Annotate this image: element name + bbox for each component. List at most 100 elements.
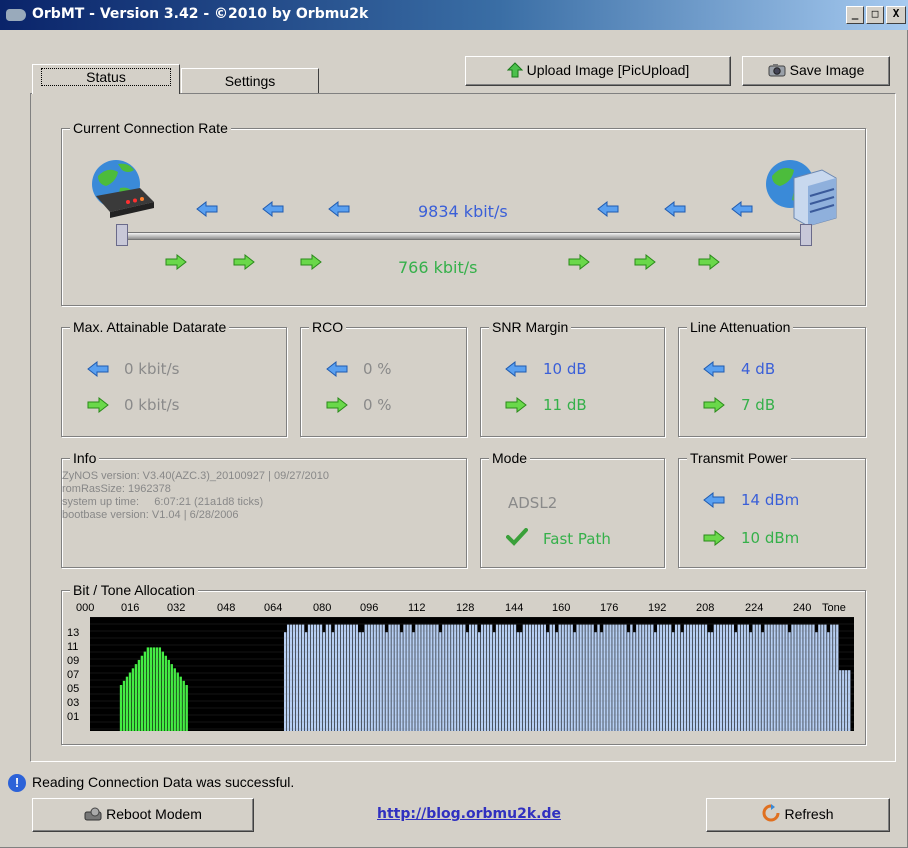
tone-bar	[283, 632, 287, 731]
save-image-label: Save Image	[789, 62, 865, 78]
tone-bar	[466, 632, 469, 731]
x-tick-label: 016	[121, 602, 140, 614]
bit-tone-y-axis: 13 11 09 07 05 03 01	[0, 0, 90, 848]
snr-margin-up: 11 dB	[543, 396, 587, 414]
connection-rate-legend: Current Connection Rate	[70, 120, 231, 136]
tone-bar	[633, 632, 636, 731]
save-image-button[interactable]: Save Image	[742, 56, 890, 86]
tone-bar	[555, 632, 558, 731]
upload-image-button[interactable]: Upload Image [PicUpload]	[465, 56, 731, 86]
tone-bar	[140, 655, 144, 731]
tone-bar	[492, 632, 496, 731]
up-arrow-icon	[634, 254, 656, 270]
close-button[interactable]: X	[886, 6, 906, 24]
transmit-power-group: Transmit Power	[678, 450, 866, 568]
tone-bar	[331, 632, 335, 731]
tone-bar	[519, 632, 523, 731]
reboot-modem-button[interactable]: Reboot Modem	[32, 798, 254, 832]
max-attainable-legend: Max. Attainable Datarate	[70, 319, 230, 335]
x-tick-label: 144	[505, 602, 524, 614]
max-attainable-down: 0 kbit/s	[124, 360, 180, 378]
tone-bar	[155, 647, 159, 731]
rco-down: 0 %	[363, 360, 392, 378]
down-arrow-icon	[262, 201, 284, 217]
down-arrow-icon	[597, 201, 619, 217]
line-attenuation-legend: Line Attenuation	[687, 319, 794, 335]
tone-bar	[134, 664, 138, 731]
tone-bar	[146, 647, 150, 731]
connection-line	[122, 232, 808, 240]
camera-icon	[768, 64, 786, 77]
y-tick-label: 01	[67, 711, 80, 723]
y-tick-label: 09	[67, 655, 80, 667]
info-line: romRasSize: 1962378	[62, 483, 171, 495]
minimize-button[interactable]: _	[846, 6, 864, 24]
up-arrow-icon	[165, 254, 187, 270]
down-arrow-icon	[505, 361, 527, 377]
down-arrow-icon	[664, 201, 686, 217]
tone-bar	[788, 632, 791, 731]
transmit-power-legend: Transmit Power	[687, 450, 791, 466]
info-line: ZyNOS version: V3.40(AZC.3)_20100927 | 0…	[62, 470, 330, 482]
tone-bar	[143, 651, 147, 731]
tone-bar	[182, 680, 185, 731]
rco-group: RCO	[300, 319, 467, 437]
tone-bar	[125, 676, 129, 731]
tone-bar	[167, 659, 170, 731]
blog-link[interactable]: http://blog.orbmu2k.de	[377, 806, 561, 822]
up-arrow-icon	[505, 397, 527, 413]
tone-bar	[412, 632, 415, 731]
max-attainable-group: Max. Attainable Datarate	[61, 319, 287, 437]
tone-bar	[707, 632, 711, 731]
x-tick-label: 080	[313, 602, 332, 614]
maximize-button[interactable]: □	[866, 6, 884, 24]
x-tick-label: 048	[217, 602, 236, 614]
tone-bar	[400, 632, 403, 731]
tone-bar	[179, 676, 182, 731]
line-attenuation-group: Line Attenuation	[678, 319, 866, 437]
mode-legend: Mode	[489, 450, 531, 466]
tone-bar	[477, 632, 481, 731]
tab-settings-label: Settings	[224, 73, 276, 89]
up-arrow-icon	[568, 254, 590, 270]
info-line: bootbase version: V1.04 | 6/28/2006	[62, 509, 239, 521]
tone-bar	[573, 632, 576, 731]
down-arrow-icon	[703, 361, 725, 377]
tone-bar	[164, 655, 167, 731]
tone-bar	[137, 659, 141, 731]
blog-link-text[interactable]: http://blog.orbmu2k.de	[377, 806, 561, 822]
tone-bar	[152, 647, 156, 731]
x-tick-label: 240	[793, 602, 812, 614]
up-arrow-icon	[326, 397, 348, 413]
downstream-rate: 9834 kbit/s	[418, 202, 508, 221]
transmit-power-down: 14 dBm	[741, 491, 800, 509]
up-arrow-icon	[703, 397, 725, 413]
tone-bar	[600, 632, 603, 731]
tone-bar	[815, 632, 818, 731]
up-arrow-icon	[698, 254, 720, 270]
line-attenuation-down: 4 dB	[741, 360, 776, 378]
connection-plug-right	[800, 224, 812, 246]
x-unit-label: Tone	[822, 602, 846, 614]
info-line: system up time: 6:07:21 (21a1d8 ticks)	[62, 496, 264, 508]
reboot-icon	[84, 807, 102, 821]
tab-settings[interactable]: Settings	[181, 68, 319, 96]
rco-legend: RCO	[309, 319, 347, 335]
tone-bar	[654, 632, 657, 731]
y-tick-label: 11	[67, 641, 79, 653]
up-arrow-icon	[87, 397, 109, 413]
tone-bar	[761, 632, 764, 731]
title-bar[interactable]: OrbMT - Version 3.42 - ©2010 by Orbmu2k …	[0, 0, 908, 30]
refresh-button[interactable]: Refresh	[706, 798, 890, 832]
tone-bar	[149, 647, 153, 731]
x-tick-label: 112	[408, 602, 426, 614]
status-message: Reading Connection Data was successful.	[32, 774, 295, 790]
up-arrow-icon	[703, 530, 725, 546]
y-tick-label: 13	[67, 627, 80, 639]
tone-bar	[322, 632, 326, 731]
tab-status[interactable]: Status	[32, 64, 180, 94]
line-attenuation-up: 7 dB	[741, 396, 776, 414]
x-tick-label: 208	[696, 602, 715, 614]
tone-bar	[358, 632, 361, 731]
info-text: ZyNOS version: V3.40(AZC.3)_20100927 | 0…	[62, 470, 329, 522]
